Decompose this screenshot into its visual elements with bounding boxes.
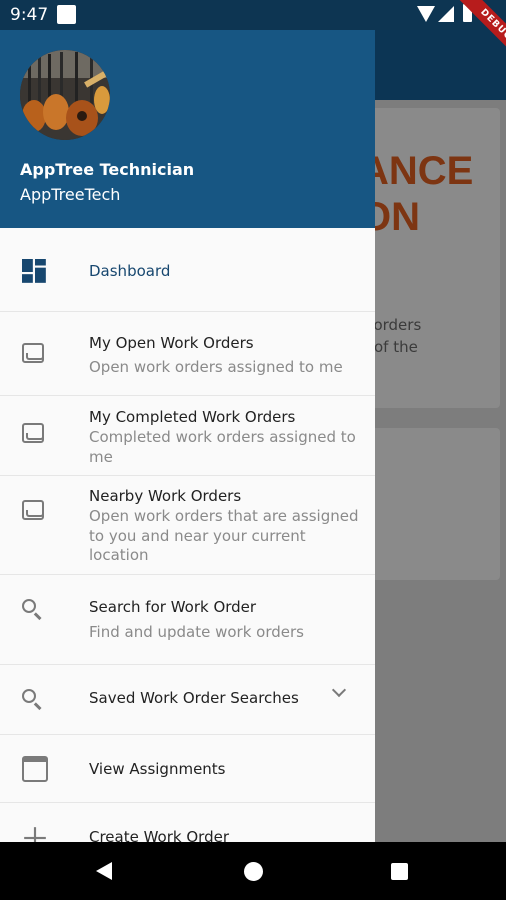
menu-item-my-completed-work-orders[interactable]: My Completed Work Orders Completed work … [0, 396, 375, 476]
calendar-icon [22, 756, 48, 782]
menu-item-saved-work-order-searches[interactable]: Saved Work Order Searches [0, 665, 375, 735]
search-icon [22, 599, 48, 625]
menu-item-dashboard[interactable]: Dashboard [0, 228, 375, 312]
home-icon[interactable] [244, 862, 263, 881]
username: AppTreeTech [20, 185, 121, 204]
menu-item-create-work-order[interactable]: Create Work Order [0, 803, 375, 842]
inbox-icon [22, 343, 48, 369]
menu-item-view-assignments[interactable]: View Assignments [0, 735, 375, 803]
drawer-menu: Dashboard My Open Work Orders Open work … [0, 228, 375, 842]
background-card [360, 428, 500, 580]
chevron-down-icon[interactable] [331, 682, 347, 698]
background-title-line: ANCE [360, 149, 474, 193]
menu-item-title: My Completed Work Orders [89, 408, 296, 426]
avatar[interactable] [20, 50, 110, 140]
inbox-icon [22, 500, 48, 526]
inbox-icon [22, 423, 48, 449]
search-icon [22, 689, 48, 715]
notification-icon [57, 5, 76, 24]
drawer-header: AppTree Technician AppTreeTech [0, 30, 375, 228]
background-title-line: ON [360, 195, 420, 239]
menu-item-title: View Assignments [89, 760, 226, 778]
menu-item-title: Nearby Work Orders [89, 487, 242, 505]
background-card: ANCE ON k orders e of the [360, 108, 500, 408]
wifi-icon [417, 6, 435, 22]
user-display-name: AppTree Technician [20, 160, 195, 179]
menu-item-title: Dashboard [89, 262, 171, 280]
back-icon[interactable] [96, 862, 112, 880]
menu-item-my-open-work-orders[interactable]: My Open Work Orders Open work orders ass… [0, 312, 375, 396]
menu-item-title: My Open Work Orders [89, 334, 254, 352]
menu-item-title: Create Work Order [89, 828, 229, 842]
signal-icon [438, 6, 454, 22]
menu-item-subtitle: Completed work orders assigned to me [89, 428, 356, 466]
guitar-photo [20, 50, 110, 140]
menu-item-title: Search for Work Order [89, 598, 257, 616]
menu-item-subtitle: Open work orders that are assigned to yo… [89, 507, 359, 564]
system-navigation-bar [0, 842, 506, 900]
menu-item-search-for-work-order[interactable]: Search for Work Order Find and update wo… [0, 575, 375, 665]
plus-icon [24, 827, 46, 842]
recent-apps-icon[interactable] [391, 863, 408, 880]
menu-item-subtitle: Open work orders assigned to me [89, 358, 343, 376]
navigation-drawer: AppTree Technician AppTreeTech Dashboard… [0, 30, 375, 842]
menu-item-subtitle: Find and update work orders [89, 623, 304, 641]
status-bar: 9:47 [0, 0, 506, 30]
status-time: 9:47 [10, 5, 49, 25]
background-card-title: ANCE ON [360, 148, 473, 240]
menu-item-title: Saved Work Order Searches [89, 689, 299, 707]
dashboard-icon [22, 259, 46, 283]
menu-item-nearby-work-orders[interactable]: Nearby Work Orders Open work orders that… [0, 476, 375, 575]
